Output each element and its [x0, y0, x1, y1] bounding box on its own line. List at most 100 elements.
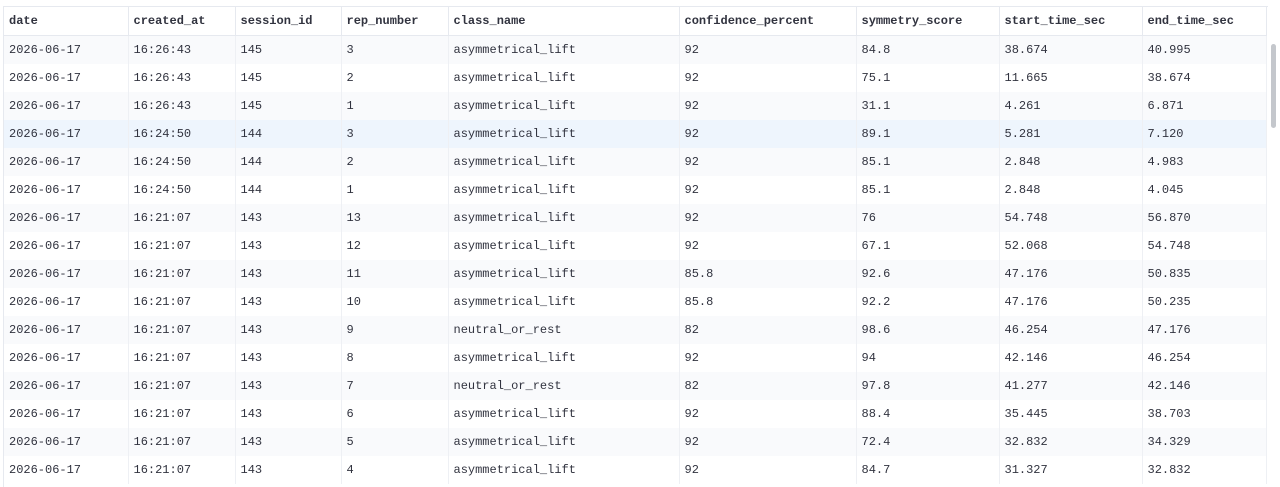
- cell-end-time-sec[interactable]: 56.870: [1142, 204, 1267, 232]
- cell-end-time-sec[interactable]: 34.329: [1142, 428, 1267, 456]
- cell-symmetry-score[interactable]: 92.2: [856, 288, 1000, 316]
- cell-session-id[interactable]: 143: [235, 316, 342, 344]
- cell-confidence-percent[interactable]: 85.8: [679, 260, 857, 288]
- cell-rep-number[interactable]: 2: [341, 148, 449, 176]
- cell-class-name[interactable]: asymmetrical_lift: [448, 400, 680, 428]
- cell-class-name[interactable]: asymmetrical_lift: [448, 92, 680, 120]
- cell-date[interactable]: 2026-06-17: [4, 372, 129, 400]
- cell-symmetry-score[interactable]: 72.4: [856, 428, 1000, 456]
- cell-symmetry-score[interactable]: 85.1: [856, 148, 1000, 176]
- cell-session-id[interactable]: 144: [235, 148, 342, 176]
- table-row[interactable]: 2026-06-17 16:21:07 143 6 asymmetrical_lift 9…: [4, 400, 1267, 428]
- cell-session-id[interactable]: 143: [235, 204, 342, 232]
- cell-start-time-sec[interactable]: 38.674: [999, 35, 1143, 64]
- cell-rep-number[interactable]: 2: [341, 64, 449, 92]
- cell-date[interactable]: 2026-06-17: [4, 400, 129, 428]
- cell-session-id[interactable]: 144: [235, 120, 342, 148]
- cell-created-at[interactable]: 16:21:07: [128, 232, 236, 260]
- cell-created-at[interactable]: 16:24:50: [128, 176, 236, 204]
- cell-session-id[interactable]: 143: [235, 344, 342, 372]
- cell-rep-number[interactable]: 4: [341, 456, 449, 484]
- cell-class-name[interactable]: asymmetrical_lift: [448, 232, 680, 260]
- table-row[interactable]: 2026-06-17 16:21:07 143 11 asymmetrical_lift…: [4, 260, 1267, 288]
- cell-confidence-percent[interactable]: 92: [679, 204, 857, 232]
- cell-symmetry-score[interactable]: 98.6: [856, 316, 1000, 344]
- cell-end-time-sec[interactable]: 42.146: [1142, 372, 1267, 400]
- cell-date[interactable]: 2026-06-17: [4, 288, 129, 316]
- cell-start-time-sec[interactable]: 2.848: [999, 176, 1143, 204]
- cell-date[interactable]: 2026-06-17: [4, 204, 129, 232]
- table-row[interactable]: 2026-06-17 16:21:07 143 12 asymmetrical_lift…: [4, 232, 1267, 260]
- table-row[interactable]: 2026-06-17 16:21:07 143 8 asymmetrical_lift 9…: [4, 344, 1267, 372]
- cell-rep-number[interactable]: 9: [341, 316, 449, 344]
- cell-start-time-sec[interactable]: 2.848: [999, 148, 1143, 176]
- cell-class-name[interactable]: neutral_or_rest: [448, 316, 680, 344]
- cell-session-id[interactable]: 143: [235, 372, 342, 400]
- cell-symmetry-score[interactable]: 84.8: [856, 35, 1000, 64]
- table-row[interactable]: 2026-06-17 16:26:43 145 3 asymmetrical_lift 9…: [4, 35, 1267, 64]
- cell-symmetry-score[interactable]: 97.8: [856, 372, 1000, 400]
- cell-rep-number[interactable]: 12: [341, 232, 449, 260]
- cell-confidence-percent[interactable]: 92: [679, 35, 857, 64]
- cell-end-time-sec[interactable]: 47.176: [1142, 316, 1267, 344]
- cell-class-name[interactable]: asymmetrical_lift: [448, 344, 680, 372]
- cell-rep-number[interactable]: 7: [341, 372, 449, 400]
- cell-created-at[interactable]: 16:26:43: [128, 92, 236, 120]
- cell-created-at[interactable]: 16:21:07: [128, 372, 236, 400]
- cell-session-id[interactable]: 143: [235, 232, 342, 260]
- cell-created-at[interactable]: 16:21:07: [128, 260, 236, 288]
- cell-start-time-sec[interactable]: 52.068: [999, 232, 1143, 260]
- table-row[interactable]: 2026-06-17 16:21:07 143 5 asymmetrical_lift 9…: [4, 428, 1267, 456]
- cell-date[interactable]: 2026-06-17: [4, 344, 129, 372]
- cell-start-time-sec[interactable]: 4.261: [999, 92, 1143, 120]
- table-row[interactable]: 2026-06-17 16:21:07 143 7 neutral_or_rest 82 9…: [4, 372, 1267, 400]
- cell-created-at[interactable]: 16:21:07: [128, 204, 236, 232]
- cell-class-name[interactable]: asymmetrical_lift: [448, 35, 680, 64]
- cell-rep-number[interactable]: 6: [341, 400, 449, 428]
- table-row[interactable]: 2026-06-17 16:26:43 145 1 asymmetrical_lift 9…: [4, 92, 1267, 120]
- cell-confidence-percent[interactable]: 92: [679, 176, 857, 204]
- cell-rep-number[interactable]: 13: [341, 204, 449, 232]
- cell-created-at[interactable]: 16:24:50: [128, 120, 236, 148]
- cell-end-time-sec[interactable]: 38.674: [1142, 64, 1267, 92]
- cell-created-at[interactable]: 16:21:07: [128, 456, 236, 484]
- cell-rep-number[interactable]: 11: [341, 260, 449, 288]
- cell-session-id[interactable]: 145: [235, 35, 342, 64]
- cell-confidence-percent[interactable]: 92: [679, 232, 857, 260]
- cell-confidence-percent[interactable]: 92: [679, 120, 857, 148]
- cell-rep-number[interactable]: 3: [341, 120, 449, 148]
- cell-date[interactable]: 2026-06-17: [4, 456, 129, 484]
- cell-rep-number[interactable]: 1: [341, 92, 449, 120]
- cell-start-time-sec[interactable]: 54.748: [999, 204, 1143, 232]
- cell-session-id[interactable]: 144: [235, 176, 342, 204]
- table-row[interactable]: 2026-06-17 16:21:07 143 10 asymmetrical_lift…: [4, 288, 1267, 316]
- cell-session-id[interactable]: 143: [235, 400, 342, 428]
- cell-start-time-sec[interactable]: 5.281: [999, 120, 1143, 148]
- cell-date[interactable]: 2026-06-17: [4, 260, 129, 288]
- cell-symmetry-score[interactable]: 88.4: [856, 400, 1000, 428]
- cell-start-time-sec[interactable]: 32.832: [999, 428, 1143, 456]
- cell-start-time-sec[interactable]: 47.176: [999, 288, 1143, 316]
- column-header-symmetry-score[interactable]: symmetry_score: [856, 7, 1000, 36]
- cell-end-time-sec[interactable]: 32.832: [1142, 456, 1267, 484]
- cell-created-at[interactable]: 16:21:07: [128, 316, 236, 344]
- cell-end-time-sec[interactable]: 4.983: [1142, 148, 1267, 176]
- cell-created-at[interactable]: 16:26:43: [128, 35, 236, 64]
- cell-session-id[interactable]: 143: [235, 260, 342, 288]
- cell-start-time-sec[interactable]: 35.445: [999, 400, 1143, 428]
- cell-symmetry-score[interactable]: 31.1: [856, 92, 1000, 120]
- cell-rep-number[interactable]: 5: [341, 428, 449, 456]
- cell-end-time-sec[interactable]: 46.254: [1142, 344, 1267, 372]
- cell-symmetry-score[interactable]: 75.1: [856, 64, 1000, 92]
- cell-start-time-sec[interactable]: 47.176: [999, 260, 1143, 288]
- table-row[interactable]: 2026-06-17 16:21:07 143 4 asymmetrical_lift 9…: [4, 456, 1267, 484]
- cell-date[interactable]: 2026-06-17: [4, 120, 129, 148]
- column-header-session-id[interactable]: session_id: [235, 7, 342, 36]
- cell-created-at[interactable]: 16:26:43: [128, 64, 236, 92]
- cell-created-at[interactable]: 16:21:07: [128, 400, 236, 428]
- cell-created-at[interactable]: 16:21:07: [128, 344, 236, 372]
- cell-end-time-sec[interactable]: 38.703: [1142, 400, 1267, 428]
- cell-session-id[interactable]: 145: [235, 92, 342, 120]
- cell-date[interactable]: 2026-06-17: [4, 316, 129, 344]
- table-row[interactable]: 2026-06-17 16:24:50 144 3 asymmetrical_lift 9…: [4, 120, 1267, 148]
